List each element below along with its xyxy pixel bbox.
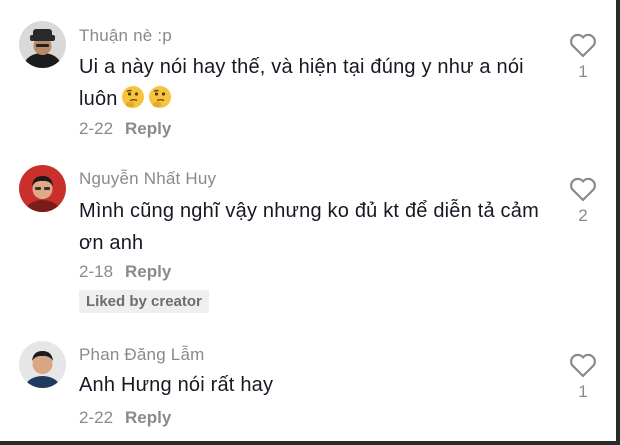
avatar-image bbox=[19, 21, 66, 68]
comment-username[interactable]: Phan Đăng Lẫm bbox=[79, 345, 204, 365]
heart-outline-icon bbox=[570, 353, 596, 378]
comment-meta: 2-22 Reply bbox=[79, 119, 171, 139]
comment-text: Anh Hưng nói rất hay bbox=[79, 374, 274, 396]
avatar-image bbox=[19, 341, 66, 388]
comment-meta: 2-22 Reply bbox=[79, 408, 171, 428]
comment-date: 2-22 bbox=[79, 408, 114, 427]
avatar-image bbox=[19, 165, 66, 212]
like-count: 1 bbox=[578, 62, 588, 81]
comment-meta: 2-18 Reply bbox=[79, 262, 171, 282]
comment-text: Ui a này nói hay thế, và hiện tại đúng y… bbox=[79, 51, 549, 115]
liked-by-creator-badge: Liked by creator bbox=[79, 290, 209, 313]
heart-outline-icon bbox=[570, 33, 596, 58]
heart-outline-icon bbox=[570, 177, 596, 202]
like-count: 1 bbox=[578, 382, 588, 401]
thinking-face-emoji-icon bbox=[148, 85, 172, 109]
reply-button[interactable]: Reply bbox=[125, 262, 171, 281]
like-button[interactable]: 1 bbox=[566, 352, 600, 402]
comment-date: 2-18 bbox=[79, 262, 114, 281]
comments-panel: Thuận nè :p Ui a này nói hay thế, và hiệ… bbox=[0, 0, 620, 445]
comment-date: 2-22 bbox=[79, 119, 114, 138]
comment-username[interactable]: Thuận nè :p bbox=[79, 26, 172, 46]
comment-text-content: Ui a này nói hay thế, và hiện tại đúng y… bbox=[79, 56, 524, 110]
comment-text: Mình cũng nghĩ vậy nhưng ko đủ kt để diễ… bbox=[79, 200, 539, 254]
reply-button[interactable]: Reply bbox=[125, 408, 171, 427]
reply-button[interactable]: Reply bbox=[125, 119, 171, 138]
like-count: 2 bbox=[578, 206, 588, 225]
avatar[interactable] bbox=[19, 341, 66, 388]
comment-username[interactable]: Nguyễn Nhất Huy bbox=[79, 169, 216, 189]
like-button[interactable]: 2 bbox=[566, 176, 600, 226]
avatar[interactable] bbox=[19, 165, 66, 212]
avatar[interactable] bbox=[19, 21, 66, 68]
like-button[interactable]: 1 bbox=[566, 32, 600, 82]
thinking-face-emoji-icon bbox=[121, 85, 145, 109]
